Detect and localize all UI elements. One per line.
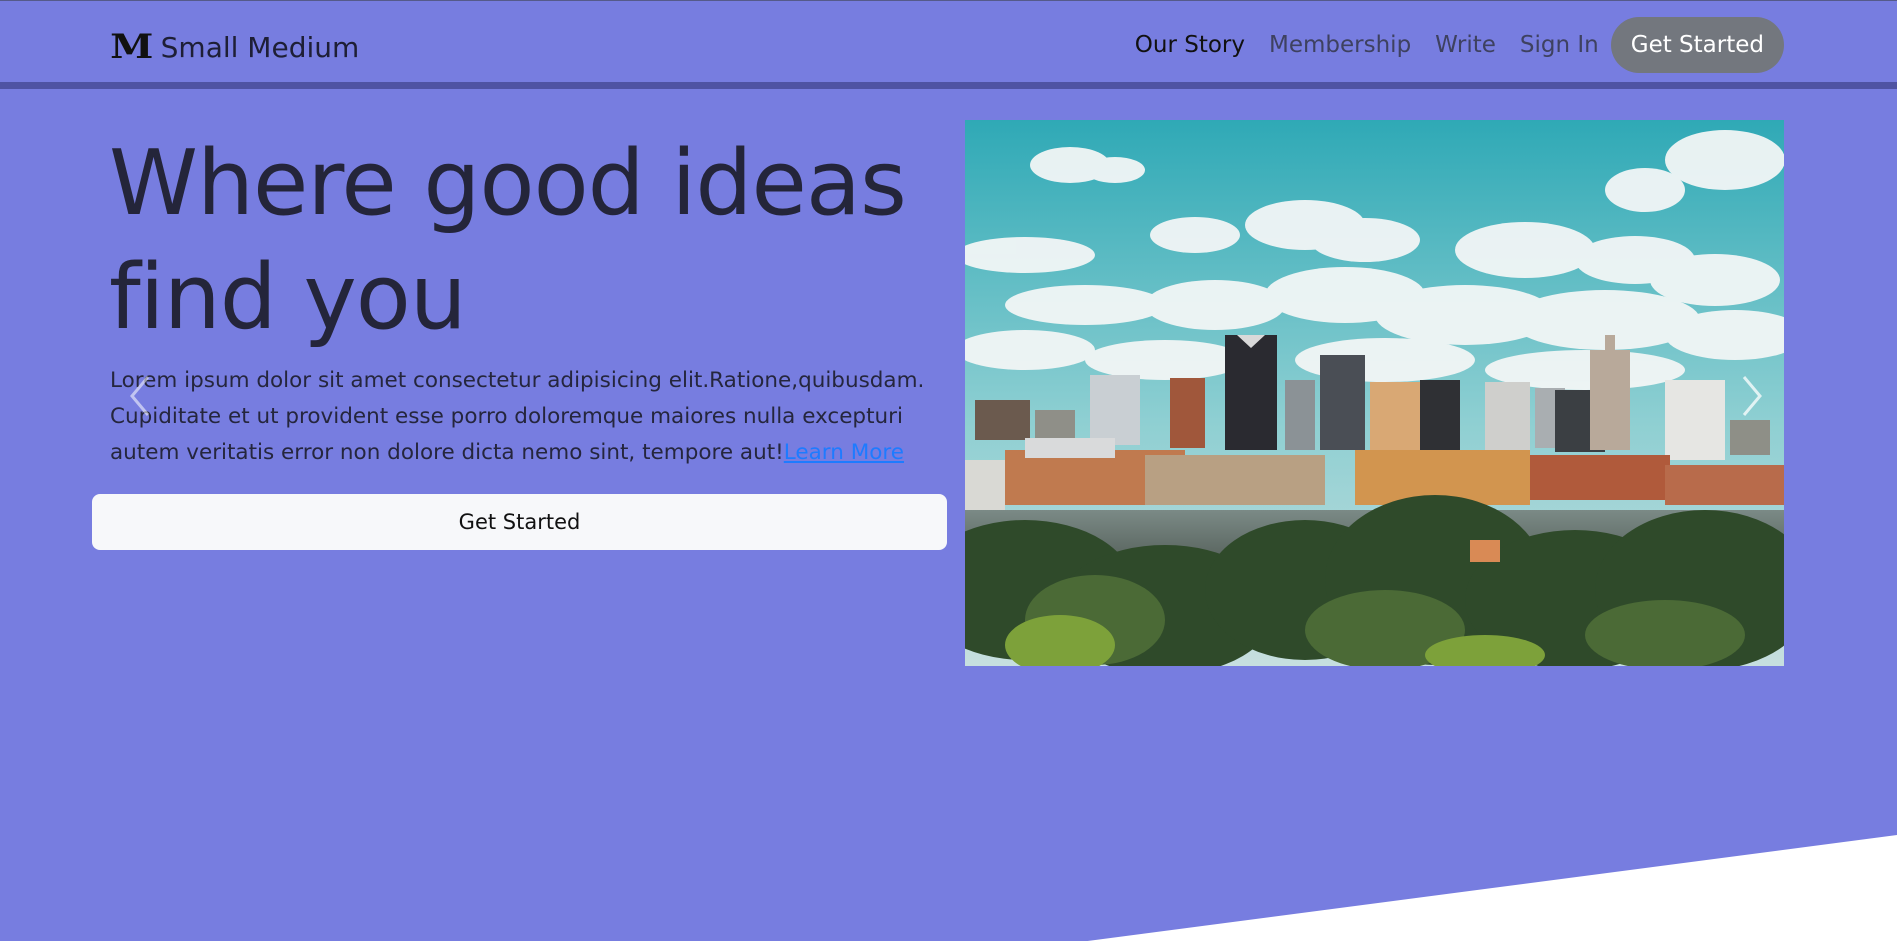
brand-name: Small Medium <box>160 30 360 64</box>
carousel-prev-button[interactable] <box>122 371 158 421</box>
nav-link-our-story[interactable]: Our Story <box>1123 32 1257 58</box>
nav-link-write[interactable]: Write <box>1423 32 1508 58</box>
nav-links: Our Story Membership Write Sign In Get S… <box>1123 17 1784 73</box>
page: M Small Medium Our Story Membership Writ… <box>0 0 1897 941</box>
learn-more-link[interactable]: Learn More <box>784 440 904 465</box>
city-skyline-image <box>965 120 1784 666</box>
nav-link-membership[interactable]: Membership <box>1257 32 1423 58</box>
medium-logo-icon: M <box>110 27 154 67</box>
carousel-image <box>965 120 1784 666</box>
nav-get-started-button[interactable]: Get Started <box>1610 17 1784 73</box>
chevron-right-icon <box>1742 376 1762 416</box>
hero-title: Where good ideas find you <box>109 131 907 350</box>
chevron-left-icon <box>130 376 150 416</box>
hero-description: Lorem ipsum dolor sit amet consectetur a… <box>110 363 940 471</box>
hero-get-started-button[interactable]: Get Started <box>92 494 947 550</box>
carousel-next-button[interactable] <box>1734 371 1770 421</box>
nav-link-sign-in[interactable]: Sign In <box>1508 32 1611 58</box>
navbar: M Small Medium Our Story Membership Writ… <box>0 1 1897 89</box>
brand[interactable]: M Small Medium <box>110 27 360 67</box>
